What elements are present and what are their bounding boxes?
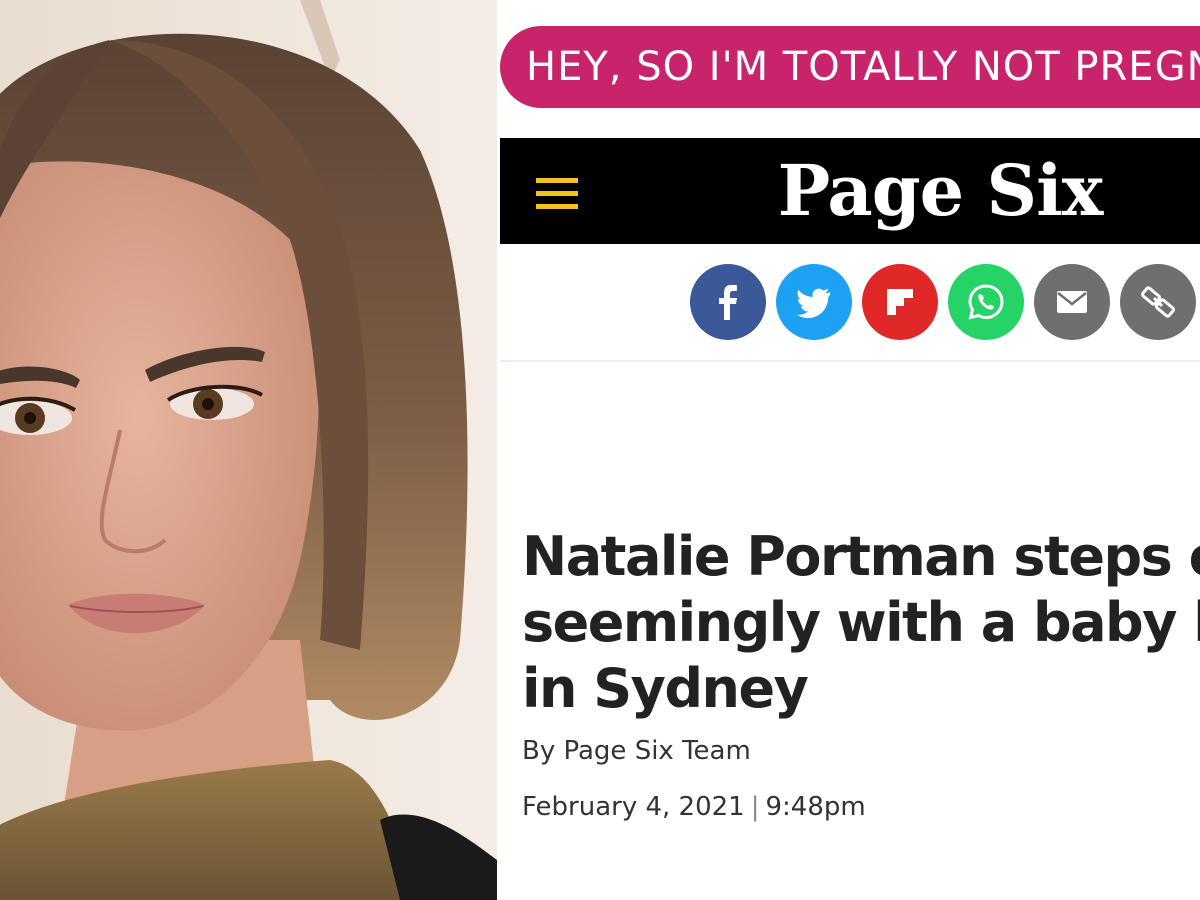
whatsapp-share-button[interactable] (948, 264, 1024, 340)
date-separator: | (750, 792, 760, 822)
publish-time: 9:48pm (765, 792, 866, 822)
link-icon (1140, 286, 1176, 318)
article-headline[interactable]: Natalie Portman steps o seemingly with a… (522, 524, 1200, 722)
flipboard-icon (887, 289, 913, 315)
site-header: Page Six (500, 138, 1200, 244)
article-screenshot: HEY, SO I'M TOTALLY NOT PREGNA Page Six (500, 0, 1200, 900)
promo-banner[interactable]: HEY, SO I'M TOTALLY NOT PREGNA (500, 26, 1200, 108)
twitter-share-button[interactable] (776, 264, 852, 340)
article-dateline: February 4, 2021 | 9:48pm (522, 792, 866, 822)
banner-text: HEY, SO I'M TOTALLY NOT PREGNA (526, 44, 1200, 90)
publish-date: February 4, 2021 (522, 792, 745, 822)
page-six-logo[interactable]: Page Six (500, 146, 1200, 236)
headline-line: seemingly with a baby bu (522, 591, 1200, 654)
flipboard-share-button[interactable] (862, 264, 938, 340)
headline-line: in Sydney (522, 657, 809, 720)
email-icon (1057, 291, 1087, 313)
article-byline[interactable]: By Page Six Team (522, 736, 751, 766)
email-share-button[interactable] (1034, 264, 1110, 340)
facebook-icon (719, 285, 737, 320)
headline-line: Natalie Portman steps o (522, 525, 1200, 588)
whatsapp-icon (968, 284, 1004, 320)
share-bar (690, 264, 1196, 340)
facebook-share-button[interactable] (690, 264, 766, 340)
twitter-icon (796, 288, 831, 318)
portrait-photo (0, 0, 497, 900)
copy-link-button[interactable] (1120, 264, 1196, 340)
header-divider (500, 360, 1200, 362)
